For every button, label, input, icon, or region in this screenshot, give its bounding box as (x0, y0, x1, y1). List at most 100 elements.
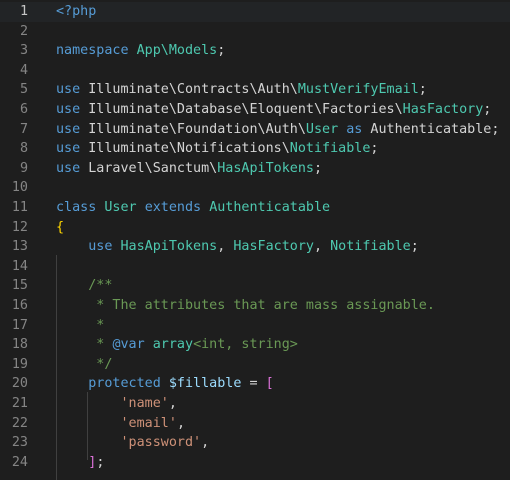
code-token: ; (370, 141, 379, 157)
line-number: 20 (11, 376, 28, 392)
code-token: , (168, 396, 177, 411)
line-number: 15 (11, 278, 28, 294)
code-token: use (56, 141, 89, 157)
line-number: 3 (19, 43, 28, 59)
code-text: use HasApiTokens, HasFactory, Notifiable… (56, 237, 419, 257)
code-token: ; (217, 43, 226, 59)
code-token: Authenticatable (209, 200, 331, 215)
code-token: @var (112, 337, 153, 353)
code-line[interactable]: 11 class User extends Authenticatable (0, 198, 510, 218)
line-number: 10 (11, 180, 28, 196)
code-token: HasFactory (233, 239, 314, 255)
code-text: use Illuminate\Database\Eloquent\Factori… (56, 100, 491, 120)
code-token: array (152, 337, 194, 353)
code-token: , (314, 239, 331, 255)
code-line[interactable]: 13 use HasApiTokens, HasFactory, Notifia… (0, 237, 510, 257)
code-line[interactable]: 8 use Illuminate\Notifications\Notifiable… (0, 139, 510, 159)
code-token: HasFactory (402, 102, 484, 117)
code-token: Notifiable (330, 239, 411, 255)
code-line[interactable]: 17 * (0, 316, 510, 336)
code-text: use Illuminate\Notifications\Notifiable; (56, 139, 378, 159)
code-text: { (56, 218, 64, 238)
code-token: , (217, 239, 234, 255)
code-line[interactable]: 9 use Laravel\Sanctum\HasApiTokens; (0, 159, 510, 179)
code-token: /** (56, 278, 113, 294)
code-line[interactable]: 19 */ (0, 355, 510, 375)
code-line[interactable]: 22 'email', (0, 414, 510, 434)
code-line[interactable]: 15 /** (0, 276, 510, 296)
code-text: ]; (56, 453, 104, 473)
code-token: = (241, 376, 266, 392)
code-token: use (56, 239, 121, 255)
code-token: [ (265, 376, 274, 392)
code-line[interactable]: 12 { (0, 218, 510, 238)
code-token: use (56, 160, 89, 176)
code-token: Illuminate\Notifications\ (88, 141, 290, 157)
code-line[interactable]: 10 (0, 178, 510, 198)
code-line[interactable]: 14 (0, 257, 510, 277)
line-number: 14 (11, 258, 28, 274)
code-line[interactable]: 2 (0, 22, 510, 42)
code-text: * (56, 316, 104, 336)
line-number: 1 (19, 4, 28, 19)
line-number: 24 (11, 454, 28, 470)
code-line[interactable]: 7 use Illuminate\Foundation\Auth\User as … (0, 120, 510, 140)
code-token: <int, string> (193, 337, 298, 353)
line-number: 22 (11, 415, 28, 431)
code-token: Illuminate\Contracts\Auth\ (88, 82, 298, 98)
code-token: extends (144, 200, 210, 215)
code-text: protected $fillable = [ (56, 374, 274, 394)
line-number: 16 (11, 298, 28, 313)
code-line[interactable]: 3 namespace App\Models; (0, 41, 510, 61)
code-token: * (56, 317, 105, 333)
code-token: User (104, 200, 145, 215)
code-text: namespace App\Models; (56, 41, 225, 61)
code-text: class User extends Authenticatable (56, 198, 330, 218)
code-token: use (56, 82, 89, 98)
code-token: , (176, 415, 185, 431)
line-number: 8 (19, 141, 28, 157)
code-line[interactable]: 21 'name', (0, 394, 510, 414)
code-text: use Illuminate\Foundation\Auth\User as A… (56, 120, 499, 140)
code-token: 'password' (56, 435, 202, 451)
code-token: * The attributes that are mass assignabl… (56, 298, 435, 313)
code-token: ; (410, 239, 419, 255)
code-token: MustVerifyEmail (297, 82, 419, 98)
code-token: <?php (56, 4, 97, 19)
code-line[interactable]: 6 use Illuminate\Database\Eloquent\Factor… (0, 100, 510, 120)
line-number: 2 (19, 23, 28, 39)
code-token: protected (56, 376, 169, 392)
line-number: 9 (19, 160, 28, 176)
code-token: */ (56, 356, 113, 372)
code-text: 'email', (56, 414, 185, 434)
code-token: , (201, 435, 210, 451)
code-line[interactable]: 24 ]; (0, 453, 510, 473)
code-token: User (305, 121, 339, 137)
code-line[interactable]: 4 (0, 61, 510, 81)
code-text: */ (56, 355, 112, 375)
code-text: /** (56, 276, 112, 296)
code-line[interactable]: 23 'password', (0, 433, 510, 453)
code-token: 'name' (56, 396, 169, 411)
code-line[interactable]: 20 protected $fillable = [ (0, 374, 510, 394)
code-line[interactable]: 1 <?php (0, 2, 510, 22)
code-text: <?php (56, 2, 96, 22)
code-token: Authenticatable (370, 121, 492, 137)
code-text: * @var array<int, string> (56, 335, 298, 355)
code-token: namespace (56, 43, 137, 59)
code-line[interactable]: 16 * The attributes that are mass assign… (0, 296, 510, 316)
line-number: 11 (11, 200, 28, 215)
line-number: 23 (11, 435, 28, 451)
code-token: use (56, 121, 89, 137)
code-token: use (56, 102, 89, 117)
code-token: Notifiable (289, 141, 371, 157)
code-editor[interactable]: 1 <?php 2 3 namespace App\Models; 4 5 use Illum… (0, 0, 510, 480)
line-number: 12 (11, 219, 28, 235)
code-token: * (56, 337, 113, 353)
code-text: * The attributes that are mass assignabl… (56, 296, 435, 316)
code-line[interactable]: 18 * @var array<int, string> (0, 335, 510, 355)
code-line[interactable]: 5 use Illuminate\Contracts\Auth\MustVerif… (0, 80, 510, 100)
line-number: 13 (11, 239, 28, 255)
code-token: 'email' (56, 415, 177, 431)
line-number: 5 (19, 82, 28, 98)
